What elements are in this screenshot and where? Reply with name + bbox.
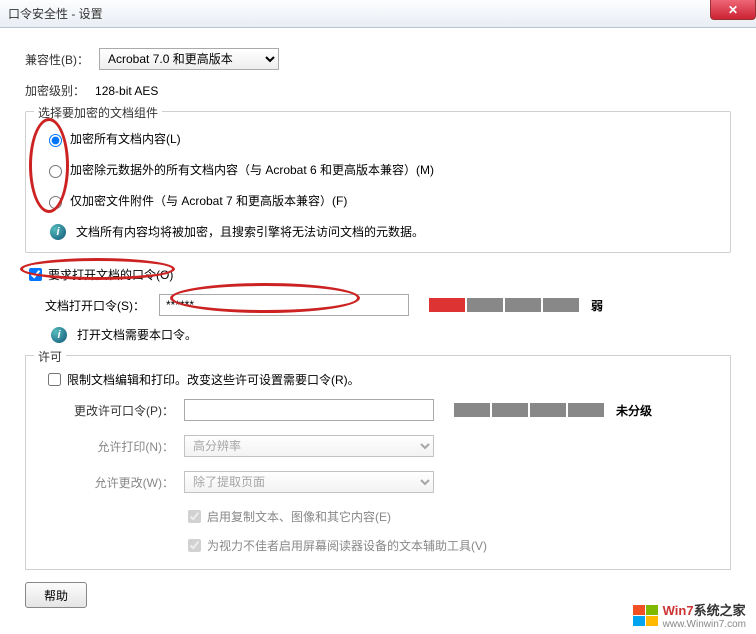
change-perm-pw-row: 更改许可口令(P)： 未分级 [44,399,712,421]
annotation-ellipse-password [170,283,360,313]
perm-bar-1 [454,403,490,417]
restrict-edit-row[interactable]: 限制文档编辑和打印。改变这些许可设置需要口令(R)。 [44,370,712,389]
change-perm-pw-input [184,399,434,421]
perm-bar-2 [492,403,528,417]
enable-reader-row: 为视力不佳者启用屏幕阅读器设备的文本辅助工具(V) [184,536,712,555]
enable-copy-checkbox [188,510,201,523]
encrypt-all-label: 加密所有文档内容(L) [70,130,181,147]
encryption-level-value: 128-bit AES [95,84,158,98]
encryption-level-label: 加密级别： [25,82,85,99]
watermark-text: Win7系统之家 www.Winwin7.com [663,600,746,630]
allow-change-row: 允许更改(W)： 除了提取页面 [44,471,712,493]
watermark-brand1: Win7 [663,603,694,618]
open-pw-label: 文档打开口令(S)： [45,297,145,314]
open-pw-row: 文档打开口令(S)： 弱 [45,294,731,316]
encrypt-group: 选择要加密的文档组件 加密所有文档内容(L) 加密除元数据外的所有文档内容（与 … [25,111,731,253]
perm-bar-4 [568,403,604,417]
annotation-ellipse-checkbox [20,258,175,280]
enable-reader-label: 为视力不佳者启用屏幕阅读器设备的文本辅助工具(V) [207,537,487,554]
enable-copy-row: 启用复制文本、图像和其它内容(E) [184,507,712,526]
permissions-legend: 许可 [34,348,66,365]
allow-print-select: 高分辨率 [184,435,434,457]
strength-bar-4 [543,298,579,312]
encrypt-option-all[interactable]: 加密所有文档内容(L) [44,130,712,147]
allow-print-row: 允许打印(N)： 高分辨率 [44,435,712,457]
allow-print-label: 允许打印(N)： [44,438,174,455]
strength-bar-3 [505,298,541,312]
restrict-edit-checkbox[interactable] [48,373,61,386]
watermark-url: www.Winwin7.com [663,619,746,630]
perm-bar-3 [530,403,566,417]
open-pw-info-text: 打开文档需要本口令。 [77,326,197,343]
close-icon[interactable]: ✕ [710,0,756,20]
watermark: Win7系统之家 www.Winwin7.com [629,598,750,632]
help-button[interactable]: 帮助 [25,582,87,608]
perm-pw-strength-label: 未分级 [616,402,652,419]
permissions-group: 许可 限制文档编辑和打印。改变这些许可设置需要口令(R)。 更改许可口令(P)：… [25,355,731,570]
window-title: 口令安全性 - 设置 [8,5,103,22]
enable-copy-label: 启用复制文本、图像和其它内容(E) [207,508,391,525]
window-controls: ✕ [710,0,756,20]
encrypt-attachments-label: 仅加密文件附件（与 Acrobat 7 和更高版本兼容）(F) [70,192,347,209]
strength-bar-2 [467,298,503,312]
encrypt-except-meta-label: 加密除元数据外的所有文档内容（与 Acrobat 6 和更高版本兼容）(M) [70,161,434,178]
open-pw-info-row: i 打开文档需要本口令。 [51,326,731,343]
watermark-brand2: 系统之家 [694,603,746,618]
enable-reader-checkbox [188,539,201,552]
titlebar: 口令安全性 - 设置 ✕ [0,0,756,28]
encrypt-info-text: 文档所有内容均将被加密，且搜索引擎将无法访问文档的元数据。 [76,223,424,240]
info-icon: i [51,327,67,343]
strength-bar-1 [429,298,465,312]
allow-change-select: 除了提取页面 [184,471,434,493]
info-icon: i [50,224,66,240]
open-pw-strength-bars [429,298,579,312]
annotation-ellipse-radios [29,118,69,213]
dialog-content: 兼容性(B)： Acrobat 7.0 和更高版本 加密级别： 128-bit … [0,28,756,570]
open-pw-strength-label: 弱 [591,297,603,314]
change-perm-pw-label: 更改许可口令(P)： [44,402,174,419]
perm-pw-strength-bars [454,403,604,417]
restrict-edit-label: 限制文档编辑和打印。改变这些许可设置需要口令(R)。 [67,371,360,388]
encrypt-info-row: i 文档所有内容均将被加密，且搜索引擎将无法访问文档的元数据。 [50,223,712,240]
encrypt-option-attachments[interactable]: 仅加密文件附件（与 Acrobat 7 和更高版本兼容）(F) [44,192,712,209]
encryption-level-row: 加密级别： 128-bit AES [25,82,731,99]
windows-logo-icon [633,605,659,625]
encrypt-option-except-meta[interactable]: 加密除元数据外的所有文档内容（与 Acrobat 6 和更高版本兼容）(M) [44,161,712,178]
compatibility-label: 兼容性(B)： [25,51,89,68]
compatibility-select[interactable]: Acrobat 7.0 和更高版本 [99,48,279,70]
compatibility-row: 兼容性(B)： Acrobat 7.0 和更高版本 [25,48,731,70]
allow-change-label: 允许更改(W)： [44,474,174,491]
